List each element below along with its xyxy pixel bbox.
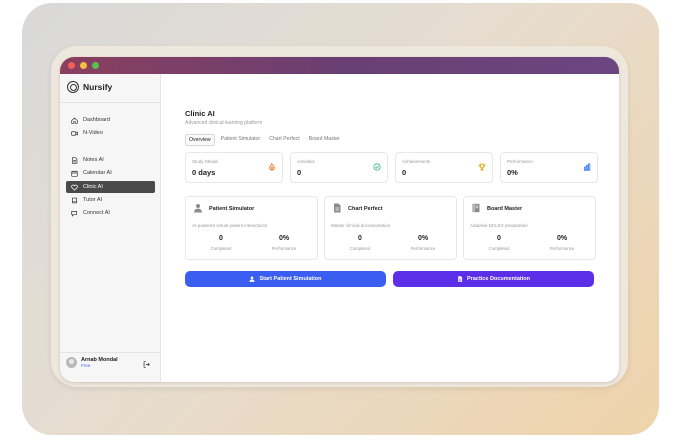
logo-icon [67, 81, 79, 93]
completed-count: 0 [497, 235, 501, 242]
user-icon [194, 204, 202, 213]
file-icon [458, 276, 463, 282]
sidebar-item-notes-ai[interactable]: Notes AI [66, 154, 155, 166]
flame-icon [269, 163, 275, 171]
user-plan: Free [81, 363, 91, 368]
sidebar-item-n-video[interactable]: N-Video [66, 127, 155, 139]
sidebar-item-connect-ai[interactable]: Connect AI [66, 207, 155, 219]
chat-icon [71, 210, 77, 217]
card-title: Chart Perfect [348, 206, 383, 212]
home-icon [71, 117, 78, 124]
module-card-chart-perfect[interactable]: Chart Perfect Master clinical documentat… [324, 196, 457, 260]
completed-count: 0 [358, 235, 362, 242]
main-content: Clinic AI Advanced clinical learning pla… [161, 74, 619, 382]
sidebar-item-clinic-ai[interactable]: Clinic AI [66, 181, 155, 193]
stat-card-activities: Activities 0 [290, 152, 388, 183]
sidebar-item-label: Clinic AI [83, 184, 103, 190]
stat-label: Study Streak [192, 159, 218, 164]
sidebar-item-label: Dashboard [83, 117, 110, 123]
module-card-patient-simulator[interactable]: Patient Simulator AI-powered virtual pat… [185, 196, 318, 260]
brand[interactable]: Nursify [67, 81, 112, 93]
file-icon [334, 203, 341, 213]
sidebar-item-dashboard[interactable]: Dashboard [66, 114, 155, 126]
page-subtitle: Advanced clinical learning platform [185, 120, 263, 126]
completed-label: Completed [488, 246, 510, 251]
sidebar-item-label: Calendar AI [83, 170, 112, 176]
tab-overview[interactable]: Overview [185, 134, 215, 146]
performance-label: Performance [549, 246, 575, 251]
completed-label: Completed [210, 246, 232, 251]
minimize-window-button[interactable] [80, 62, 87, 69]
close-window-button[interactable] [68, 62, 75, 69]
card-description: AI-powered virtual patient interactions [192, 223, 268, 228]
maximize-window-button[interactable] [92, 62, 99, 69]
trophy-icon [478, 163, 486, 171]
stat-value: 0% [507, 168, 518, 177]
page-title: Clinic AI [185, 109, 215, 118]
card-description: Master clinical documentation [331, 223, 391, 228]
button-label: Practice Documentation [467, 276, 530, 282]
performance-value: 0% [278, 235, 290, 242]
app-window: Nursify Dashboard N-Video Notes AI Calen… [60, 57, 619, 382]
stat-label: Performance [507, 159, 533, 164]
logout-icon[interactable] [143, 361, 150, 368]
avatar [66, 357, 77, 368]
tab-chart-perfect[interactable]: Chart Perfect [266, 134, 303, 146]
sidebar-item-label: Notes AI [83, 157, 104, 163]
completed-label: Completed [349, 246, 371, 251]
card-title: Patient Simulator [209, 206, 255, 212]
performance-label: Performance [271, 246, 297, 251]
button-label: Start Patient Simulation [259, 276, 322, 282]
performance-value: 0% [417, 235, 429, 242]
book-icon [472, 203, 480, 213]
sidebar-item-label: Tutor AI [83, 197, 103, 203]
stat-card-achievements: Achievements 0 [395, 152, 493, 183]
window-titlebar [60, 57, 619, 74]
book-icon [72, 197, 77, 203]
divider [60, 352, 160, 353]
document-icon [72, 156, 78, 164]
sidebar-item-tutor-ai[interactable]: Tutor AI [66, 194, 155, 206]
sidebar: Nursify Dashboard N-Video Notes AI Calen… [60, 74, 161, 382]
check-circle-icon [373, 163, 381, 171]
completed-count: 0 [219, 235, 223, 242]
stat-label: Achievements [402, 159, 431, 164]
card-description: Adaptive NCLEX preparation [470, 223, 528, 228]
performance-label: Performance [410, 246, 436, 251]
stat-card-study-streak: Study Streak 0 days [185, 152, 283, 183]
user-icon [249, 276, 255, 282]
tab-board-master[interactable]: Board Master [306, 134, 343, 146]
heart-icon [71, 184, 78, 191]
divider [60, 102, 160, 103]
sidebar-item-calendar-ai[interactable]: Calendar AI [66, 167, 155, 179]
sidebar-item-label: N-Video [83, 130, 103, 136]
stat-value: 0 [402, 168, 407, 177]
sidebar-item-label: Connect AI [83, 210, 110, 216]
video-icon [71, 130, 78, 136]
tab-patient-simulator[interactable]: Patient Simulator [218, 134, 264, 146]
performance-value: 0% [556, 235, 568, 242]
stat-value: 0 [297, 168, 302, 177]
user-profile[interactable]: Arnab Mondal Free [66, 357, 118, 368]
module-card-board-master[interactable]: Board Master Adaptive NCLEX preparation … [463, 196, 596, 260]
tab-bar: Overview Patient Simulator Chart Perfect… [185, 134, 343, 146]
stat-card-performance: Performance 0% [500, 152, 598, 183]
calendar-icon [71, 170, 78, 177]
stat-value: 0 days [192, 168, 216, 177]
brand-name: Nursify [83, 82, 113, 92]
practice-documentation-button[interactable]: Practice Documentation [393, 271, 594, 287]
start-simulation-button[interactable]: Start Patient Simulation [185, 271, 386, 287]
card-title: Board Master [487, 206, 523, 212]
bar-chart-icon [583, 163, 591, 171]
stat-label: Activities [297, 159, 315, 164]
